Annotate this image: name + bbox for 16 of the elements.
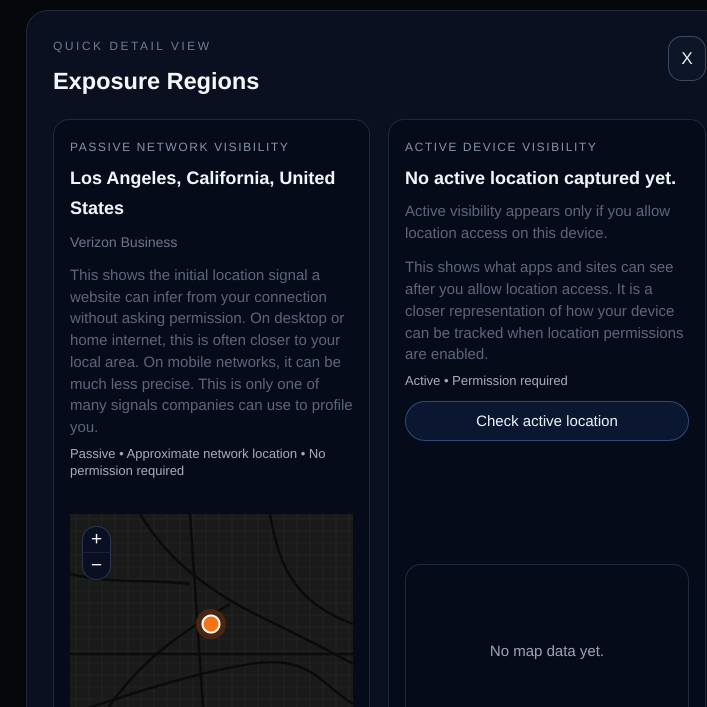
section-label: PASSIVE NETWORK VISIBILITY [70,139,290,155]
description-text: Active visibility appears only if you allow location access on this device. [405,202,672,244]
description-text: This shows what apps and sites can see after you allow location access. It is a closer representation of how your device can be tracked when location permissions are enabled. [405,258,684,366]
close-button[interactable]: X [668,36,706,81]
provider-name: Verizon Business [70,233,178,252]
check-location-button[interactable]: Check active location [405,401,689,442]
visibility-meta: Active • Permission required [405,372,569,390]
modal-eyebrow: QUICK DETAIL VIEW [53,38,212,54]
visibility-meta: Passive • Approximate network location • No permission required [70,444,326,480]
description-text: This shows the initial location signal a website can infer from your connection without asking permission. On desktop or home internet, this is often closer to your local area. On mobile networks, it can be much less precise. This is only one of many signals companies can use to profile you. [70,266,353,438]
section-label: ACTIVE DEVICE VISIBILITY [405,139,598,155]
location-heading: Los Angeles, California, United States [70,167,336,220]
empty-map-message: No map data yet. [490,642,604,660]
location-heading: No active location captured yet. [405,167,678,190]
modal-title: Exposure Regions [53,67,260,96]
location-marker-icon [196,608,226,639]
